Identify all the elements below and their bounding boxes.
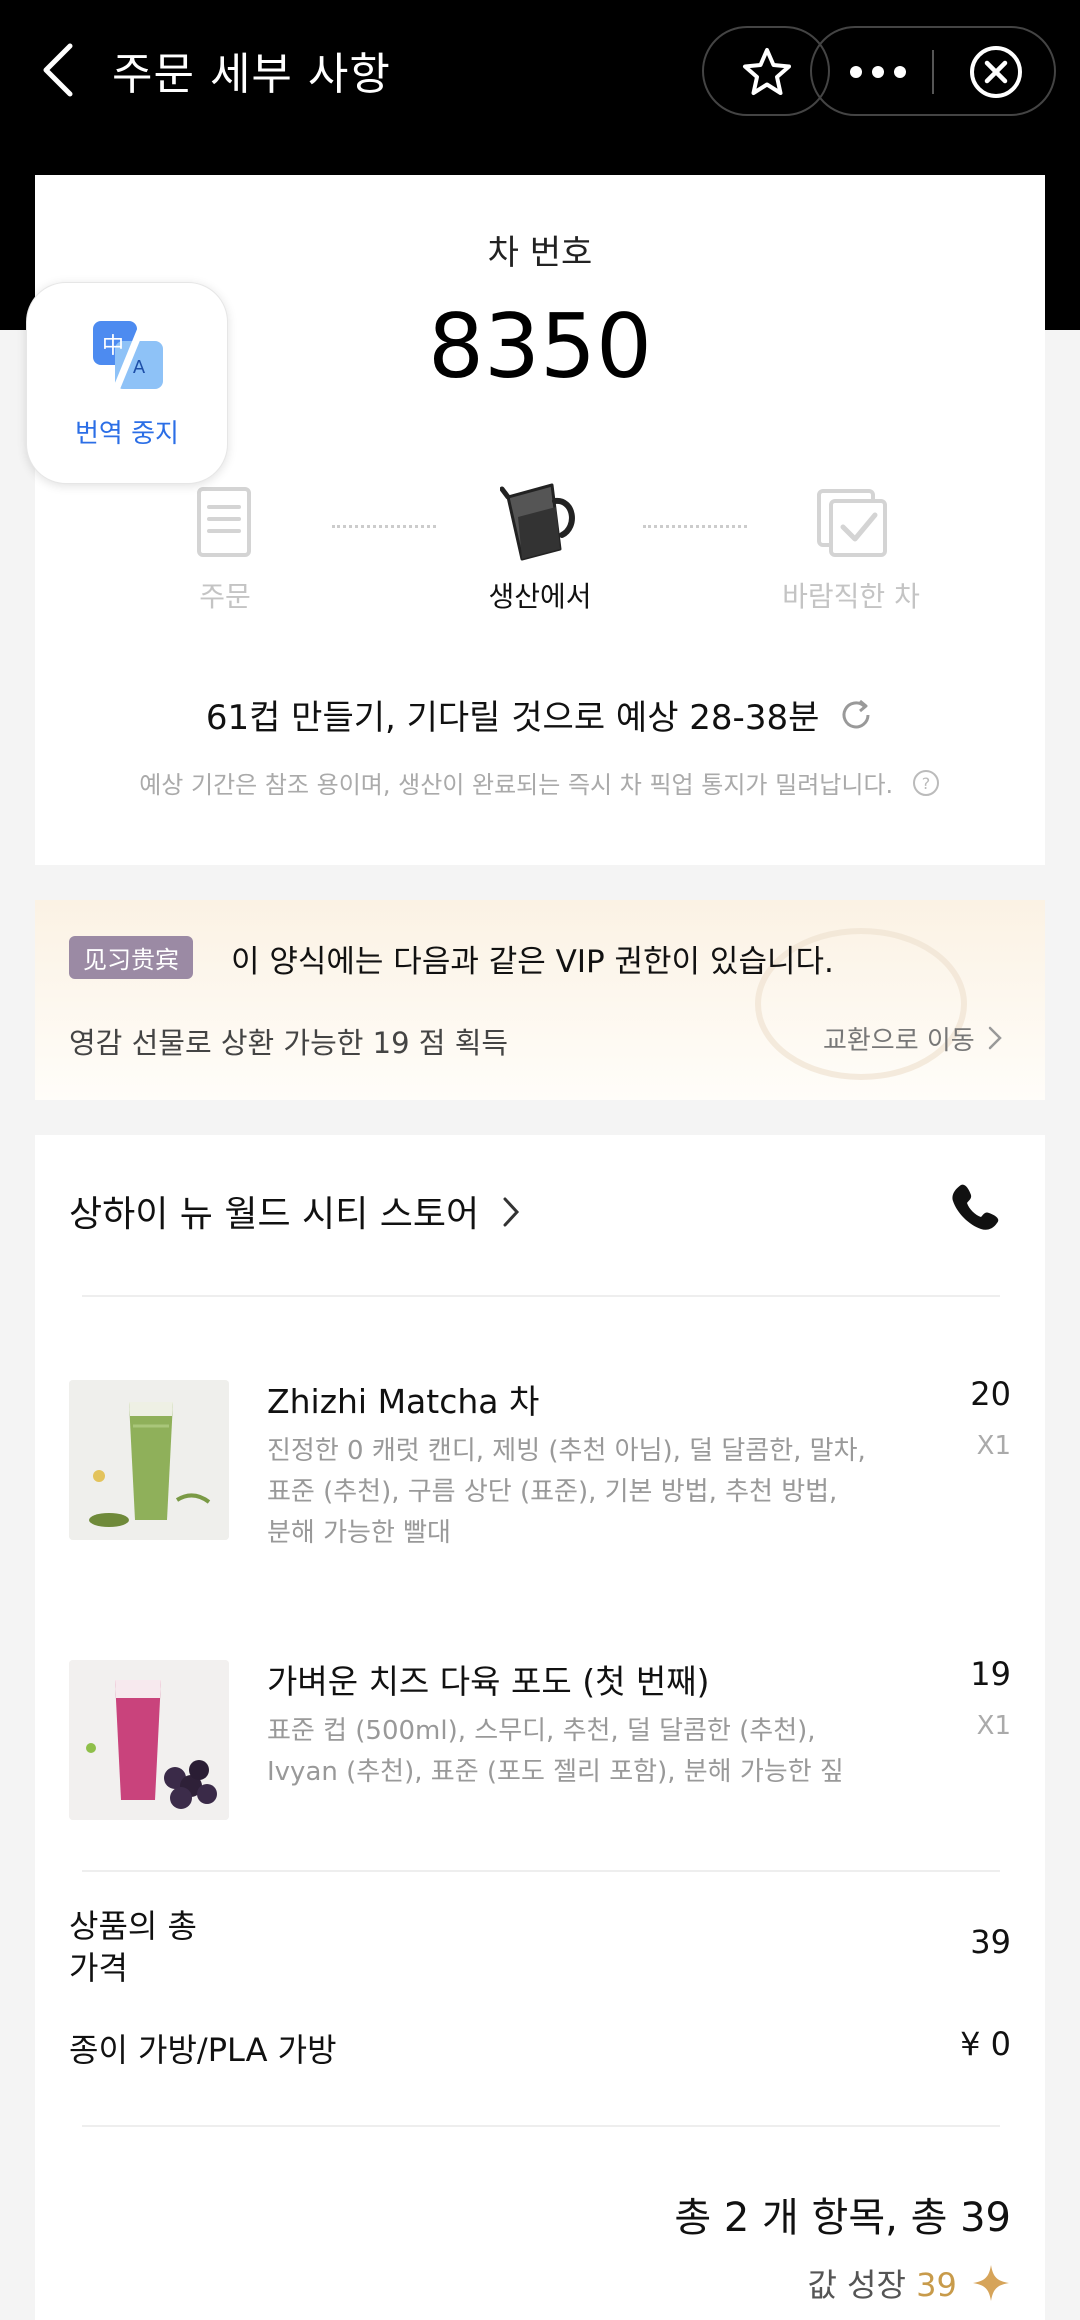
goods-total-value: 39 (970, 1923, 1011, 1961)
translate-toggle[interactable]: 中 A 번역 중지 (26, 282, 228, 484)
pitcher-icon (499, 479, 582, 569)
question-circle-icon[interactable]: ? (911, 768, 941, 804)
bag-label: 종이 가방/PLA 가방 (69, 2031, 337, 2069)
chevron-right-icon (987, 1025, 1003, 1058)
product-thumbnail-grape[interactable] (69, 1660, 229, 1820)
order-total: 총 2 개 항목, 총 39 (674, 2195, 1011, 2241)
order-items-card: 상하이 뉴 월드 시티 스토어 Zhizhi Matcha 차 진정한 0 캐럿… (35, 1135, 1045, 2320)
translate-icon: 中 A (83, 311, 173, 405)
product-name: Zhizhi Matcha 차 (267, 1382, 540, 1421)
receipt-icon (193, 485, 257, 565)
mini-program-capsule (810, 26, 1056, 116)
vip-level-badge: 见习贵宾 (69, 936, 193, 979)
step-label-producing: 생산에서 (488, 580, 592, 613)
svg-text:A: A (133, 357, 146, 378)
progress-connector (332, 525, 436, 528)
order-status-card: 차 번호 8350 주문 생산에서 바람직한 차 61컵 만들기, 기다릴 것으… (35, 175, 1045, 865)
svg-text:中: 中 (102, 334, 124, 359)
chevron-right-icon (501, 1195, 521, 1238)
product-options: 진정한 0 캐럿 캔디, 제빙 (추천 아님), 덜 달콤한, 말차, 표준 (… (267, 1436, 866, 1548)
product-quantity: X1 (976, 1711, 1011, 1741)
store-name: 상하이 뉴 월드 시티 스토어 (69, 1194, 480, 1235)
product-price: 19 (970, 1655, 1011, 1693)
product-options: 표준 컵 (500ml), 스무디, 추천, 덜 달콤한 (추천), Ivyan… (267, 1716, 844, 1787)
svg-text:?: ? (922, 774, 931, 793)
refresh-icon[interactable] (838, 697, 874, 742)
growth-number: 39 (916, 2266, 957, 2304)
phone-icon[interactable] (947, 1179, 1003, 1235)
close-circle-icon[interactable] (968, 44, 1024, 104)
capsule-divider (932, 50, 934, 94)
goods-total-label: 상품의 총 가격 (69, 1907, 197, 1987)
wait-note: 예상 기간은 참조 용이며, 생산이 완료되는 즉시 차 픽업 통지가 밀려납니… (35, 765, 1045, 804)
growth-value: 값 성장 39 (807, 2260, 1011, 2311)
order-number-label: 차 번호 (487, 233, 593, 273)
chevron-left-icon[interactable] (38, 40, 78, 100)
growth-label: 값 성장 (807, 2266, 906, 2304)
divider (82, 1295, 1000, 1297)
progress-connector (643, 525, 747, 528)
checkbox-icon (815, 487, 889, 563)
divider (82, 1870, 1000, 1872)
exchange-link[interactable]: 교환으로 이동 (823, 1020, 1003, 1058)
page-title: 주문 세부 사항 (112, 49, 391, 100)
product-price: 20 (970, 1375, 1011, 1413)
product-quantity: X1 (976, 1431, 1011, 1461)
exchange-link-label: 교환으로 이동 (822, 1026, 975, 1056)
step-label-ready: 바람직한 차 (782, 580, 920, 613)
product-name: 가벼운 치즈 다육 포도 (첫 번째) (267, 1662, 710, 1701)
star-icon (740, 46, 794, 102)
store-link[interactable]: 상하이 뉴 월드 시티 스토어 (69, 1185, 521, 1238)
vip-title: 이 양식에는 다음과 같은 VIP 권한이 있습니다. (231, 944, 834, 980)
bag-value: ¥ 0 (960, 2025, 1011, 2063)
product-thumbnail-matcha[interactable] (69, 1380, 229, 1540)
divider (82, 2125, 1000, 2127)
wait-note-text: 예상 기간은 참조 용이며, 생산이 완료되는 즉시 차 픽업 통지가 밀려납니… (139, 771, 894, 799)
more-dots-icon[interactable] (848, 62, 908, 86)
vip-card: 见习贵宾 이 양식에는 다음과 같은 VIP 권한이 있습니다. 영감 선물로 … (35, 900, 1045, 1100)
vip-benefit: 영감 선물로 상환 가능한 19 점 획득 (69, 1026, 509, 1060)
wait-estimate: 61컵 만들기, 기다릴 것으로 예상 28-38분 (35, 690, 1045, 742)
wait-text: 61컵 만들기, 기다릴 것으로 예상 28-38분 (205, 698, 820, 738)
step-label-ordered: 주문 (199, 580, 251, 613)
translate-label: 번역 중지 (75, 419, 179, 449)
sparkle-icon (971, 2263, 1011, 2311)
